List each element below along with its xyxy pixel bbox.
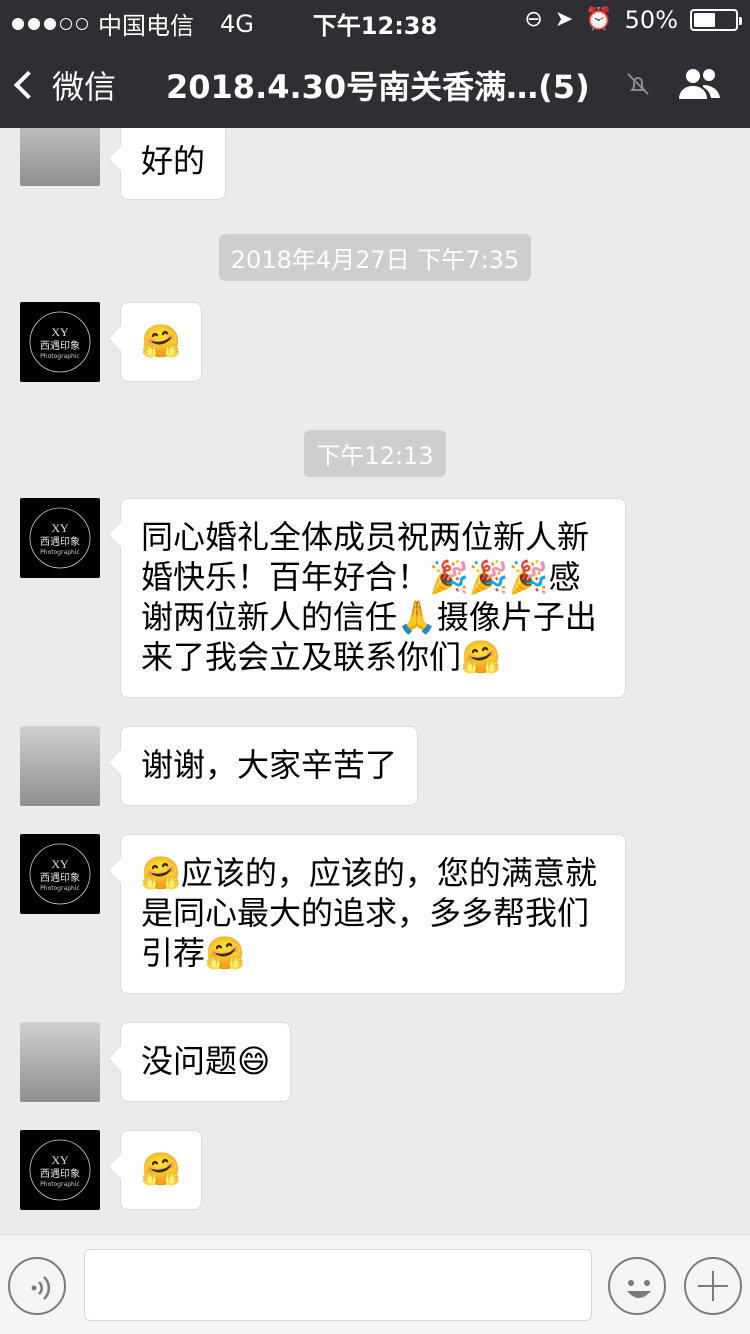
- input-bar: [0, 1234, 750, 1334]
- chat-area[interactable]: 好的 2018年4月27日 下午7:35 XY 西遇印象 Photographi…: [0, 128, 750, 1234]
- alarm-icon: ⏰: [585, 7, 613, 32]
- header: 中国电信 4G 下午12:38 ⊖ ➤ ⏰ 50% 微信 2018.4.30号南…: [0, 0, 750, 128]
- logo-text-xy: XY: [51, 521, 69, 535]
- message-bubble[interactable]: 谢谢，大家辛苦了: [120, 726, 419, 806]
- logo-text-xy: XY: [51, 857, 69, 871]
- logo-text-cn: 西遇印象: [40, 536, 80, 548]
- chevron-left-icon: [13, 70, 43, 100]
- avatar[interactable]: XY 西遇印象 Photographic: [20, 498, 100, 578]
- timestamp: 下午12:13: [0, 430, 750, 477]
- logo-text-cn: 西遇印象: [40, 1168, 80, 1180]
- avatar[interactable]: XY 西遇印象 Photographic: [20, 834, 100, 914]
- logo-text-en: Photographic: [40, 1181, 80, 1188]
- studio-logo-icon: XY 西遇印象 Photographic: [29, 507, 91, 569]
- location-icon: ➤: [554, 7, 574, 32]
- more-options-button[interactable]: [684, 1257, 742, 1315]
- back-button[interactable]: 微信: [13, 62, 117, 108]
- logo-text-en: Photographic: [40, 353, 80, 360]
- navigation-bar: 微信 2018.4.30号南关香满…(5): [0, 40, 750, 128]
- status-bar: 中国电信 4G 下午12:38 ⊖ ➤ ⏰ 50%: [0, 0, 750, 40]
- logo-text-cn: 西遇印象: [40, 872, 80, 884]
- message-bubble[interactable]: 🤗应该的，应该的，您的满意就是同心最大的追求，多多帮我们引荐🤗: [120, 834, 626, 994]
- message-bubble[interactable]: 🤗: [120, 1130, 202, 1210]
- message-bubble[interactable]: 没问题😄: [120, 1022, 292, 1102]
- mute-bell-icon: [627, 73, 649, 95]
- studio-logo-icon: XY 西遇印象 Photographic: [29, 1139, 91, 1201]
- message-input[interactable]: [84, 1249, 592, 1321]
- voice-input-button[interactable]: [8, 1257, 66, 1315]
- logo-text-xy: XY: [51, 325, 69, 339]
- battery-percent: 50%: [624, 6, 678, 34]
- logo-text-xy: XY: [51, 1153, 69, 1167]
- timestamp: 2018年4月27日 下午7:35: [0, 234, 750, 281]
- group-members-icon[interactable]: [676, 66, 724, 102]
- avatar[interactable]: XY 西遇印象 Photographic: [20, 1130, 100, 1210]
- message-bubble[interactable]: 同心婚礼全体成员祝两位新人新婚快乐！百年好合！🎉🎉🎉感谢两位新人的信任🙏摄像片子…: [120, 498, 626, 698]
- logo-text-en: Photographic: [40, 885, 80, 892]
- studio-logo-icon: XY 西遇印象 Photographic: [29, 311, 91, 373]
- rotation-lock-icon: ⊖: [524, 7, 543, 32]
- avatar[interactable]: [20, 128, 100, 186]
- avatar[interactable]: XY 西遇印象 Photographic: [20, 302, 100, 382]
- back-label: 微信: [52, 68, 117, 106]
- logo-text-cn: 西遇印象: [40, 340, 80, 352]
- voice-icon: [31, 1276, 51, 1300]
- message-bubble[interactable]: 好的: [120, 128, 227, 200]
- smiley-icon: [627, 1280, 651, 1298]
- logo-text-en: Photographic: [40, 549, 80, 556]
- studio-logo-icon: XY 西遇印象 Photographic: [29, 843, 91, 905]
- battery-icon: [690, 9, 742, 31]
- avatar[interactable]: [20, 726, 100, 806]
- chat-title: 2018.4.30号南关香满…(5): [166, 68, 590, 106]
- emoji-button[interactable]: [608, 1257, 666, 1315]
- status-right: ⊖ ➤ ⏰ 50%: [524, 6, 742, 34]
- avatar[interactable]: [20, 1022, 100, 1102]
- message-bubble[interactable]: 🤗: [120, 302, 202, 382]
